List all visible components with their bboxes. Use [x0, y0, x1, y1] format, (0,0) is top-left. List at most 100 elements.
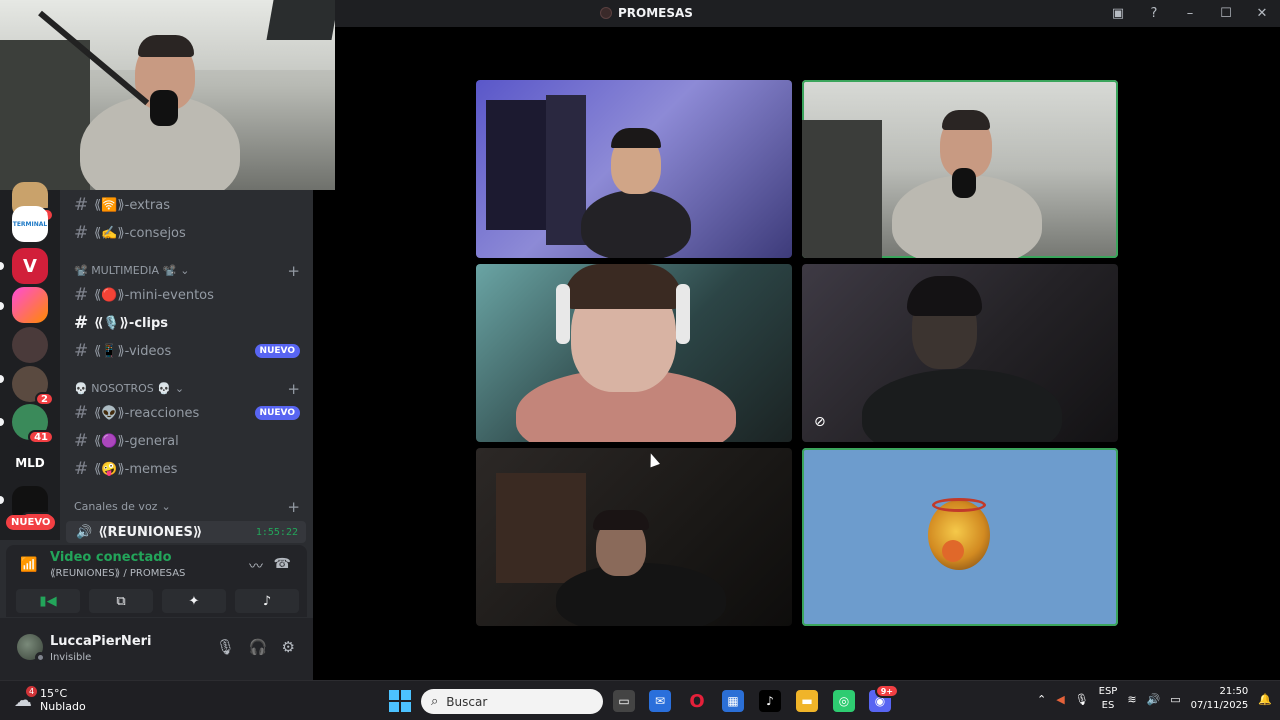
- voice-channel-reuniones[interactable]: 🔊 ⟪REUNIONES⟫ 1:55:22: [66, 521, 306, 543]
- notification-icon[interactable]: 🔔: [1258, 693, 1272, 706]
- new-badge: NUEVO: [254, 406, 300, 420]
- file-explorer-icon[interactable]: ▬: [796, 690, 818, 712]
- video-tile-2[interactable]: [802, 80, 1118, 258]
- maximize-icon[interactable]: ☐: [1208, 0, 1244, 27]
- video-off-icon: ⊘: [814, 414, 826, 430]
- video-tile-4[interactable]: ⊘: [802, 264, 1118, 442]
- start-button[interactable]: [389, 690, 411, 712]
- camera-button[interactable]: ▮◀: [16, 589, 80, 613]
- chevron-down-icon: ⌄: [180, 264, 190, 277]
- server-list: 50 TERMINAL V 2 41 MLD 370 NUEVO: [0, 182, 60, 540]
- chevron-down-icon: ⌄: [174, 382, 185, 395]
- new-badge[interactable]: NUEVO: [6, 515, 56, 530]
- disconnect-icon[interactable]: ☎: [274, 556, 291, 572]
- video-stage: ⊘: [335, 27, 1280, 680]
- add-channel-icon[interactable]: +: [287, 380, 300, 398]
- chevron-icon: V: [23, 255, 37, 277]
- unread-pill: [0, 418, 4, 426]
- video-tile-avatar[interactable]: [802, 448, 1118, 626]
- hashtag-icon: #: [74, 285, 89, 305]
- username[interactable]: LuccaPierNeri: [50, 634, 152, 649]
- guild-icon[interactable]: [12, 287, 48, 323]
- new-badge: NUEVO: [254, 344, 300, 358]
- hashtag-icon: #: [74, 459, 89, 479]
- wifi-icon[interactable]: ≋: [1127, 693, 1136, 706]
- channel-videos[interactable]: # ⟪📱⟫-videos NUEVO: [66, 338, 306, 364]
- channel-general[interactable]: # ⟪🟣⟫-general: [66, 428, 306, 454]
- unread-pill: [0, 375, 4, 383]
- chevron-up-icon[interactable]: ⌃: [1037, 693, 1046, 706]
- channel-list: # ⟪🛜⟫-extras # ⟪✍️⟫-consejos 📽️ MULTIMED…: [60, 190, 313, 540]
- channel-extras[interactable]: # ⟪🛜⟫-extras: [66, 192, 306, 218]
- weather-widget[interactable]: ☁ 4 15°C Nublado: [14, 685, 86, 713]
- add-channel-icon[interactable]: +: [287, 262, 300, 280]
- user-status: Invisible: [50, 652, 92, 663]
- gear-icon[interactable]: ⚙: [282, 638, 295, 656]
- chevron-down-icon: ⌄: [161, 500, 171, 513]
- category-nosotros[interactable]: 💀 NOSOTROS 💀 ⌄ +: [74, 380, 300, 398]
- channel-memes[interactable]: # ⟪🤪⟫-memes: [66, 456, 306, 482]
- battery-icon[interactable]: ▭: [1170, 693, 1180, 706]
- channel-clips[interactable]: # ⟪🎙️⟫-clips: [66, 310, 306, 336]
- hashtag-icon: #: [74, 223, 89, 243]
- category-voice[interactable]: Canales de voz ⌄ +: [74, 498, 300, 516]
- noise-suppression-icon[interactable]: 〰: [249, 556, 263, 576]
- discord-icon[interactable]: ◉ 9+: [869, 684, 899, 712]
- hashtag-icon: #: [74, 341, 89, 361]
- activities-button[interactable]: ✦: [162, 589, 226, 613]
- hashtag-icon: #: [74, 195, 89, 215]
- guild-icon[interactable]: V: [12, 248, 48, 284]
- search-icon: ⌕: [431, 694, 439, 709]
- hashtag-icon: #: [74, 403, 89, 423]
- guild-icon[interactable]: 41: [12, 404, 54, 444]
- sidebar: 50 TERMINAL V 2 41 MLD 370 NUEVO # ⟪🛜⟫-e…: [0, 182, 313, 680]
- video-tile-3[interactable]: [476, 264, 792, 442]
- title-bar: PROMESAS ▣ ? – ☐ ✕: [335, 0, 1280, 27]
- headphones-icon[interactable]: 🎧: [249, 638, 268, 656]
- system-tray: ⌃ ◀ 🎙 ESP ES ≋ 🔊 ▭ 21:50 07/11/2025 🔔: [1037, 685, 1272, 713]
- avatar[interactable]: [17, 634, 46, 663]
- volume-icon[interactable]: 🔊: [1147, 693, 1161, 706]
- voice-location[interactable]: ⟪REUNIONES⟫ / PROMESAS: [50, 568, 185, 579]
- guild-icon[interactable]: TERMINAL: [12, 206, 48, 242]
- screenshare-button[interactable]: ⧉: [89, 589, 153, 613]
- microphone-icon[interactable]: 🎙: [216, 638, 235, 656]
- channel-mini-eventos[interactable]: # ⟪🔴⟫-mini-eventos: [66, 282, 306, 308]
- unread-pill: [0, 262, 4, 270]
- task-view-icon[interactable]: ▭: [613, 690, 635, 712]
- tray-app-icon[interactable]: ◀: [1056, 693, 1064, 706]
- opera-icon[interactable]: O: [686, 690, 708, 712]
- mail-app-icon[interactable]: ✉: [649, 690, 671, 712]
- server-icon: [600, 7, 612, 19]
- close-icon[interactable]: ✕: [1244, 0, 1280, 27]
- taskbar: ☁ 4 15°C Nublado ⌕ Buscar ▭ ✉ O ▦ ♪ ▬ ◎ ◉…: [0, 680, 1280, 720]
- guild-icon[interactable]: 2: [12, 366, 54, 406]
- channel-reacciones[interactable]: # ⟪👽⟫-reacciones NUEVO: [66, 400, 306, 426]
- help-icon[interactable]: ?: [1136, 0, 1172, 27]
- soundboard-button[interactable]: ♪: [235, 589, 299, 613]
- channel-consejos[interactable]: # ⟪✍️⟫-consejos: [66, 220, 306, 246]
- guild-icon[interactable]: MLD: [12, 445, 48, 481]
- video-tile-5[interactable]: [476, 448, 792, 626]
- unread-pill: [0, 496, 4, 504]
- hashtag-icon: #: [74, 313, 89, 333]
- voice-status[interactable]: Video conectado: [50, 550, 172, 565]
- taskbar-search[interactable]: ⌕ Buscar: [421, 689, 603, 714]
- tiktok-icon[interactable]: ♪: [759, 690, 781, 712]
- signal-icon[interactable]: 📶: [20, 557, 37, 573]
- user-panel: LuccaPierNeri Invisible 🎙 🎧 ⚙: [0, 618, 313, 680]
- minimize-icon[interactable]: –: [1172, 0, 1208, 27]
- store-icon[interactable]: ▦: [722, 690, 744, 712]
- video-tile-1[interactable]: [476, 80, 792, 258]
- clock[interactable]: 21:50 07/11/2025: [1191, 685, 1249, 713]
- language-indicator[interactable]: ESP ES: [1099, 685, 1118, 713]
- inbox-icon[interactable]: ▣: [1100, 0, 1136, 27]
- guild-icon[interactable]: [12, 327, 48, 363]
- microphone-icon[interactable]: 🎙: [1075, 693, 1089, 706]
- speaker-icon: 🔊: [76, 524, 93, 540]
- voice-connection-panel: 📶 Video conectado ⟪REUNIONES⟫ / PROMESAS…: [6, 545, 307, 617]
- self-webcam-overlay: [0, 0, 335, 190]
- game-app-icon[interactable]: ◎: [833, 690, 855, 712]
- add-channel-icon[interactable]: +: [287, 498, 300, 516]
- category-multimedia[interactable]: 📽️ MULTIMEDIA 📽️ ⌄ +: [74, 262, 300, 280]
